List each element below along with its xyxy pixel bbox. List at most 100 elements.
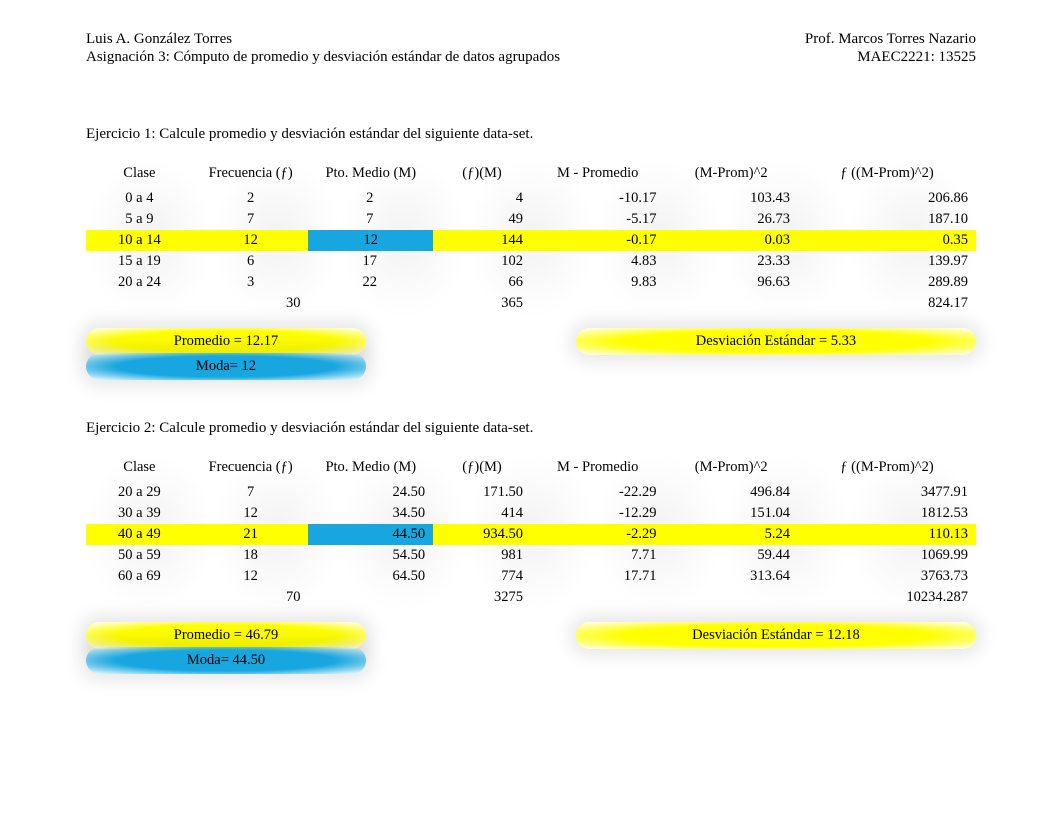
ex1-cell-m: 22 <box>308 272 433 293</box>
col-mprom2: (M-Prom)^2 <box>664 163 798 188</box>
ex2-promedio: Promedio = 46.79 <box>86 622 366 649</box>
ex1-cell-clase: 20 a 24 <box>86 272 193 293</box>
ex1-sd: Desviación Estándar = 5.33 <box>576 328 976 355</box>
ex2-cell-mp2: 313.64 <box>664 566 798 587</box>
ex1-cell-mp: -10.17 <box>531 188 665 209</box>
ex1-cell-m: 12 <box>308 230 433 251</box>
ex2-cell-f: 12 <box>193 503 309 524</box>
col-fmprom2: ƒ ((M-Prom)^2) <box>798 457 976 482</box>
student-name: Luis A. González Torres <box>86 30 560 48</box>
table-row: 0 a 4224-10.17103.43206.86 <box>86 188 976 209</box>
col-mprom: M - Promedio <box>531 457 665 482</box>
ex2-cell-f: 7 <box>193 482 309 503</box>
ex1-cell-mp2: 96.63 <box>664 272 798 293</box>
ex2-cell-m: 24.50 <box>308 482 433 503</box>
header-left: Luis A. González Torres Asignación 3: Có… <box>86 30 560 66</box>
table-row: 5 a 97749-5.1726.73187.10 <box>86 209 976 230</box>
ex1-cell-m: 17 <box>308 251 433 272</box>
col-fmprom2: ƒ ((M-Prom)^2) <box>798 163 976 188</box>
ex1-cell-fmp2: 187.10 <box>798 209 976 230</box>
ex1-cell-clase: 0 a 4 <box>86 188 193 209</box>
ex1-promedio: Promedio = 12.17 <box>86 328 366 355</box>
ex1-cell-f: 2 <box>193 188 309 209</box>
ex1-cell-f: 12 <box>193 230 309 251</box>
ex1-cell-clase: 5 a 9 <box>86 209 193 230</box>
exercise-1-table-container: Clase Frecuencia (ƒ) Pto. Medio (M) (ƒ)(… <box>86 163 976 314</box>
ex2-cell-f: 21 <box>193 524 309 545</box>
ex2-cell-mp2: 59.44 <box>664 545 798 566</box>
ex1-cell-m: 7 <box>308 209 433 230</box>
ex1-total-fm: 365 <box>433 293 531 314</box>
ex2-cell-fm: 774 <box>433 566 531 587</box>
ex2-cell-fmp2: 3763.73 <box>798 566 976 587</box>
ex2-cell-m: 54.50 <box>308 545 433 566</box>
table-row: 50 a 591854.509817.7159.441069.99 <box>86 545 976 566</box>
ex2-mean-mode-stack: Promedio = 46.79 Moda= 44.50 <box>86 622 366 674</box>
exercise-1-label: Ejercicio 1: Calcule promedio y desviaci… <box>86 126 976 143</box>
ex1-cell-mp: 9.83 <box>531 272 665 293</box>
ex2-cell-fmp2: 3477.91 <box>798 482 976 503</box>
ex2-sd-stack: Desviación Estándar = 12.18 <box>576 622 976 674</box>
ex2-cell-fm: 981 <box>433 545 531 566</box>
ex1-cell-f: 7 <box>193 209 309 230</box>
ex2-cell-mp2: 496.84 <box>664 482 798 503</box>
ex1-cell-fmp2: 289.89 <box>798 272 976 293</box>
table-row: 10 a 141212144-0.170.030.35 <box>86 230 976 251</box>
course-code: MAEC2221: 13525 <box>805 48 976 66</box>
ex2-cell-fmp2: 1069.99 <box>798 545 976 566</box>
col-mprom: M - Promedio <box>531 163 665 188</box>
ex1-cell-clase: 10 a 14 <box>86 230 193 251</box>
ex1-cell-fmp2: 139.97 <box>798 251 976 272</box>
col-mprom2: (M-Prom)^2 <box>664 457 798 482</box>
table-row: 20 a 24322669.8396.63289.89 <box>86 272 976 293</box>
ex2-total-f: 70 <box>193 587 309 608</box>
exercise-2-table-container: Clase Frecuencia (ƒ) Pto. Medio (M) (ƒ)(… <box>86 457 976 608</box>
table-row: 60 a 691264.5077417.71313.643763.73 <box>86 566 976 587</box>
exercise-1-body: 0 a 4224-10.17103.43206.865 a 97749-5.17… <box>86 188 976 293</box>
professor-name: Prof. Marcos Torres Nazario <box>805 30 976 48</box>
ex2-cell-mp: 17.71 <box>531 566 665 587</box>
ex1-cell-mp2: 103.43 <box>664 188 798 209</box>
ex1-cell-mp2: 26.73 <box>664 209 798 230</box>
ex1-cell-fm: 66 <box>433 272 531 293</box>
ex2-cell-fm: 171.50 <box>433 482 531 503</box>
col-fm: (ƒ)(M) <box>433 163 531 188</box>
ex2-cell-clase: 30 a 39 <box>86 503 193 524</box>
ex1-cell-fm: 49 <box>433 209 531 230</box>
ex1-cell-mp2: 0.03 <box>664 230 798 251</box>
col-freq: Frecuencia (ƒ) <box>193 163 309 188</box>
col-fm: (ƒ)(M) <box>433 457 531 482</box>
exercise-2-results: Promedio = 46.79 Moda= 44.50 Desviación … <box>86 622 976 674</box>
col-clase: Clase <box>86 163 193 188</box>
ex2-cell-clase: 20 a 29 <box>86 482 193 503</box>
ex1-moda: Moda= 12 <box>86 353 366 380</box>
ex2-cell-clase: 50 a 59 <box>86 545 193 566</box>
exercise-2-label: Ejercicio 2: Calcule promedio y desviaci… <box>86 420 976 437</box>
ex1-cell-f: 3 <box>193 272 309 293</box>
document-header: Luis A. González Torres Asignación 3: Có… <box>86 30 976 66</box>
ex2-cell-mp: -12.29 <box>531 503 665 524</box>
ex2-cell-clase: 60 a 69 <box>86 566 193 587</box>
table-row: 20 a 29724.50171.50-22.29496.843477.91 <box>86 482 976 503</box>
ex2-cell-mp2: 151.04 <box>664 503 798 524</box>
table-header-row: Clase Frecuencia (ƒ) Pto. Medio (M) (ƒ)(… <box>86 457 976 482</box>
exercise-2-body: 20 a 29724.50171.50-22.29496.843477.9130… <box>86 482 976 587</box>
exercise-1-table: Clase Frecuencia (ƒ) Pto. Medio (M) (ƒ)(… <box>86 163 976 314</box>
table-row: 15 a 196171024.8323.33139.97 <box>86 251 976 272</box>
page: Luis A. González Torres Asignación 3: Có… <box>0 0 1062 734</box>
table-row: 40 a 492144.50934.50-2.295.24110.13 <box>86 524 976 545</box>
ex1-cell-clase: 15 a 19 <box>86 251 193 272</box>
exercise-1: Ejercicio 1: Calcule promedio y desviaci… <box>86 126 976 380</box>
ex2-sd: Desviación Estándar = 12.18 <box>576 622 976 649</box>
ex1-mean-mode-stack: Promedio = 12.17 Moda= 12 <box>86 328 366 380</box>
col-freq: Frecuencia (ƒ) <box>193 457 309 482</box>
ex2-cell-f: 18 <box>193 545 309 566</box>
exercise-1-results: Promedio = 12.17 Moda= 12 Desviación Est… <box>86 328 976 380</box>
ex1-cell-mp2: 23.33 <box>664 251 798 272</box>
assignment-title: Asignación 3: Cómputo de promedio y desv… <box>86 48 560 66</box>
ex2-cell-f: 12 <box>193 566 309 587</box>
ex2-total-fm: 3275 <box>433 587 531 608</box>
exercise-2: Ejercicio 2: Calcule promedio y desviaci… <box>86 420 976 674</box>
ex1-cell-fmp2: 0.35 <box>798 230 976 251</box>
exercise-2-totals: 70 3275 10234.287 <box>86 587 976 608</box>
